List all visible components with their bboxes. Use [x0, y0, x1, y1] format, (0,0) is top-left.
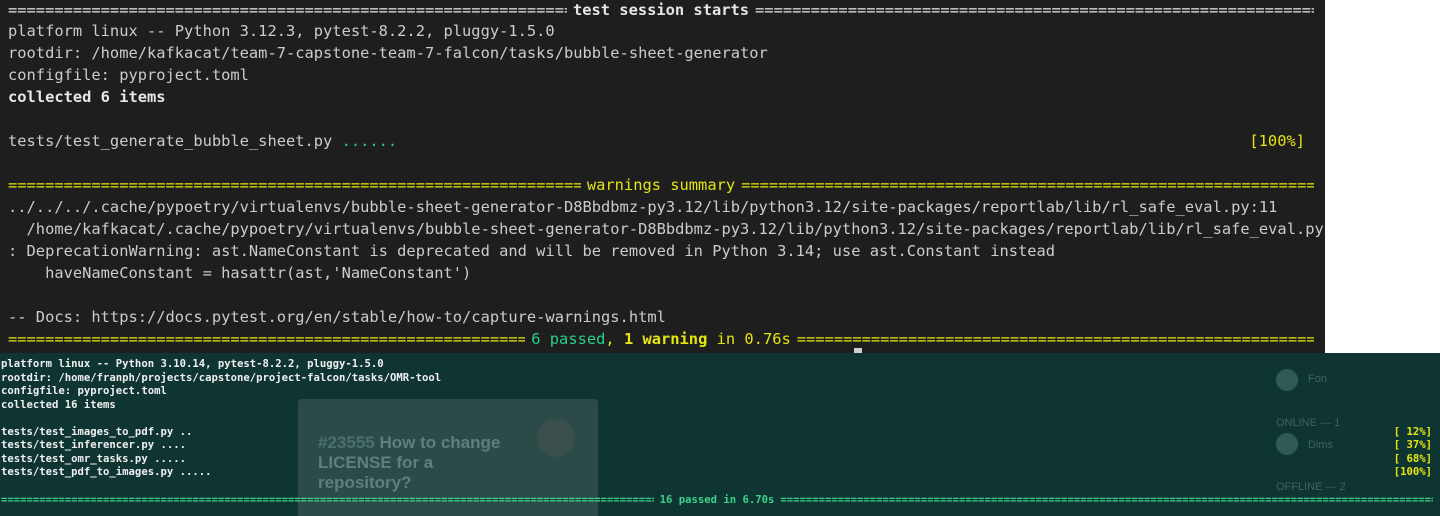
test-percent-1: [ 12%]: [1393, 425, 1432, 438]
test-percent: [100%]: [1249, 132, 1305, 150]
test-line-4: tests/test_pdf_to_images.py .....: [1, 466, 212, 478]
warning-path-1: ../../../.cache/pypoetry/virtualenvs/bub…: [8, 198, 1278, 216]
background-offline-label: OFFLINE — 2: [1276, 481, 1346, 493]
background-user-avatar-1: [1276, 369, 1298, 391]
configfile-line-2: configfile: pyproject.toml: [1, 385, 167, 397]
collected-line: collected 6 items: [8, 88, 166, 106]
session-start-label: test session starts: [572, 1, 750, 19]
final-summary-rule: 6 passed, 1 warning in 0.76s: [8, 328, 1314, 350]
test-line-1: tests/test_images_to_pdf.py ..: [1, 425, 193, 438]
test-percent-4: [100%]: [1393, 466, 1432, 478]
background-issue-title: #23555 How to change LICENSE for a repos…: [318, 433, 528, 493]
summary-time: in 0.76s: [707, 330, 791, 348]
final-summary: 6 passed, 1 warning in 0.76s: [525, 330, 797, 348]
test-dots: ......: [341, 132, 398, 150]
background-user-1: Fon: [1308, 373, 1327, 385]
session-start-rule: test session starts: [8, 0, 1314, 21]
test-percent-3: [ 68%]: [1393, 452, 1432, 465]
summary-sep: ,: [605, 330, 624, 348]
background-online-label: ONLINE — 1: [1276, 417, 1341, 429]
terminal-bottom[interactable]: #23555 How to change LICENSE for a repos…: [0, 353, 1440, 516]
background-user-2: Dims: [1308, 439, 1334, 451]
background-avatar: [537, 419, 575, 457]
warning-message: : DeprecationWarning: ast.NameConstant i…: [8, 242, 1056, 260]
collected-line-2: collected 16 items: [1, 398, 116, 411]
test-percent-2: [ 37%]: [1393, 439, 1432, 451]
configfile-line: configfile: pyproject.toml: [8, 66, 249, 84]
final-summary-2: 16 passed in 6.70s: [659, 494, 775, 506]
test-line-3: tests/test_omr_tasks.py .....: [1, 452, 186, 465]
background-user-avatar-2: [1276, 433, 1298, 455]
summary-warning: 1 warning: [623, 330, 708, 348]
rootdir-line: rootdir: /home/kafkacat/team-7-capstone-…: [8, 44, 768, 62]
platform-line: platform linux -- Python 3.12.3, pytest-…: [8, 22, 555, 40]
summary-passed: 6 passed: [531, 330, 606, 348]
rootdir-line-2: rootdir: /home/franph/projects/capstone/…: [1, 371, 442, 384]
docs-line: -- Docs: https://docs.pytest.org/en/stab…: [8, 308, 666, 326]
test-file: tests/test_generate_bubble_sheet.py: [8, 132, 333, 150]
test-result-line: tests/test_generate_bubble_sheet.py ....…: [8, 130, 397, 152]
background-issue-number: #23555: [318, 433, 375, 452]
terminal-top[interactable]: test session starts platform linux -- Py…: [0, 0, 1325, 353]
warnings-summary-label: warnings summary: [586, 176, 736, 194]
test-line-2: tests/test_inferencer.py ....: [1, 439, 186, 451]
final-summary-rule-2: 16 passed in 6.70s: [1, 493, 1433, 507]
warning-path-2: /home/kafkacat/.cache/pypoetry/virtualen…: [8, 220, 1325, 238]
platform-line-2: platform linux -- Python 3.10.14, pytest…: [1, 358, 384, 370]
warnings-summary-rule: warnings summary: [8, 174, 1314, 196]
warning-code: haveNameConstant = hasattr(ast,'NameCons…: [8, 264, 472, 282]
